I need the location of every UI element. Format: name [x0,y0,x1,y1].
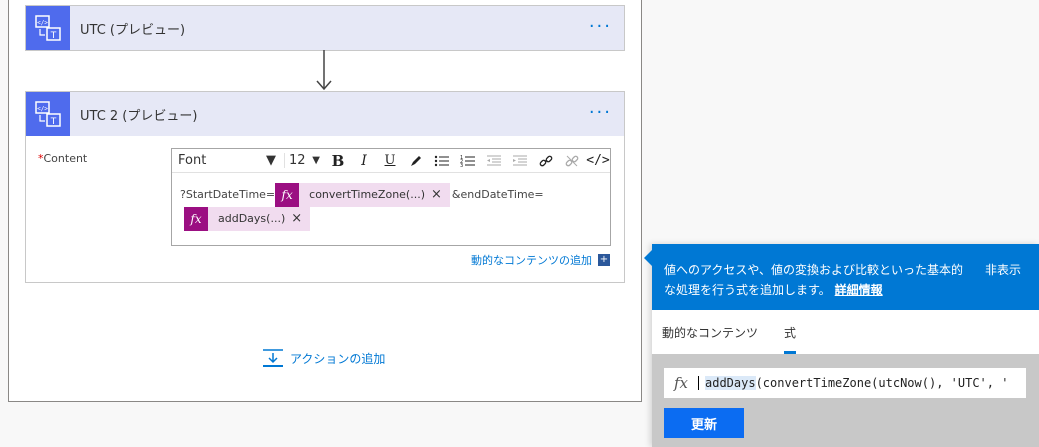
more-options-icon[interactable]: ··· [589,16,612,37]
card-body: *Content Font ▼ 12 ▼ B I U 1 2 3 </> ?St… [26,136,624,284]
increase-indent-icon[interactable] [508,151,532,171]
svg-text:</>: </> [37,106,48,113]
expression-args: (convertTimeZone(utcNow(), 'UTC', ' [755,376,1009,390]
svg-text:3: 3 [460,163,463,168]
expression-text[interactable]: addDays(convertTimeZone(utcNow(), 'UTC',… [698,376,1008,390]
add-action-icon [263,349,283,367]
link-text: 動的なコンテンツの追加 [471,254,592,267]
decrease-indent-icon[interactable] [482,151,506,171]
panel-description-text: 値へのアクセスや、値の変換および比較といった基本的な処理を行う式を追加します。 [664,263,964,297]
card-header[interactable]: </> T UTC 2 (プレビュー) ··· [26,92,624,136]
editor-toolbar: Font ▼ 12 ▼ B I U 123 </> [172,149,610,173]
link-icon[interactable] [534,151,558,171]
tab-dynamic-content[interactable]: 動的なコンテンツ [662,324,758,354]
expression-area: fx addDays(convertTimeZone(utcNow(), 'UT… [652,354,1039,447]
token-label: convertTimeZone(...) [309,188,426,201]
add-action-button[interactable]: アクションの追加 [262,348,385,368]
more-options-icon[interactable]: ··· [589,102,612,123]
function-icon: fx [184,207,208,231]
code-view-icon[interactable]: </> [586,151,610,171]
content-field-label: *Content [38,152,87,165]
plus-icon: + [598,254,610,266]
bullet-list-icon[interactable] [430,151,454,171]
expression-token[interactable]: fx convertTimeZone(...) × [275,183,450,207]
font-value: Font [178,153,207,168]
field-label-text: Content [43,152,88,165]
chevron-down-icon: ▼ [312,155,320,166]
action-card-utc-2[interactable]: </> T UTC 2 (プレビュー) ··· *Content Font ▼ … [25,91,625,283]
add-action-label: アクションの追加 [290,351,386,366]
font-size-select[interactable]: 12 ▼ [284,153,324,168]
svg-text:T: T [50,31,57,41]
function-icon: fx [673,374,688,392]
token-label: addDays(...) [218,212,286,225]
panel-tabs: 動的なコンテンツ 式 [652,310,1039,354]
learn-more-link[interactable]: 詳細情報 [835,283,883,297]
expression-input[interactable]: fx addDays(convertTimeZone(utcNow(), 'UT… [664,368,1026,398]
font-family-select[interactable]: Font ▼ [178,153,282,168]
hide-panel-button[interactable]: 非表示 [985,260,1021,280]
dynamic-content-panel: 値へのアクセスや、値の変換および比較といった基本的な処理を行う式を追加します。 … [644,244,1039,447]
data-operation-icon: </> T [26,6,70,50]
numbered-list-icon[interactable]: 123 [456,151,480,171]
function-icon: fx [275,183,300,207]
svg-text:</>: </> [37,20,48,27]
italic-button[interactable]: I [352,151,376,171]
card-title: UTC (プレビュー) [80,22,186,38]
expression-function-name: addDays [705,376,756,390]
card-header[interactable]: </> T UTC (プレビュー) ··· [26,6,624,50]
panel-header: 値へのアクセスや、値の変換および比較といった基本的な処理を行う式を追加します。 … [652,244,1039,310]
update-button[interactable]: 更新 [664,408,744,438]
card-title: UTC 2 (プレビュー) [80,108,198,124]
connector-arrow-icon [316,50,332,91]
add-dynamic-content-link[interactable]: 動的なコンテンツの追加 + [471,252,610,268]
underline-button[interactable]: U [378,151,402,171]
action-card-utc[interactable]: </> T UTC (プレビュー) ··· [25,5,625,51]
content-text: &endDateTime= [451,188,544,201]
data-operation-icon: </> T [26,92,70,136]
highlight-pen-icon[interactable] [404,151,428,171]
remove-token-icon[interactable]: × [291,207,310,231]
panel-callout [644,250,652,266]
content-text: ?StartDateTime= [180,188,276,201]
panel-description: 値へのアクセスや、値の変換および比較といった基本的な処理を行う式を追加します。 … [664,260,974,300]
font-size-value: 12 [289,153,306,168]
chevron-down-icon: ▼ [266,153,276,168]
remove-token-icon[interactable]: × [431,183,450,207]
expression-token[interactable]: fx addDays(...) × [184,207,311,231]
unlink-icon[interactable] [560,151,584,171]
editor-content[interactable]: ?StartDateTime= fx convertTimeZone(...) × &e… [172,173,610,241]
rich-text-editor[interactable]: Font ▼ 12 ▼ B I U 123 </> ?StartDateTime… [171,148,611,246]
tab-expression[interactable]: 式 [784,324,797,354]
bold-button[interactable]: B [326,151,350,171]
svg-text:T: T [50,117,57,127]
